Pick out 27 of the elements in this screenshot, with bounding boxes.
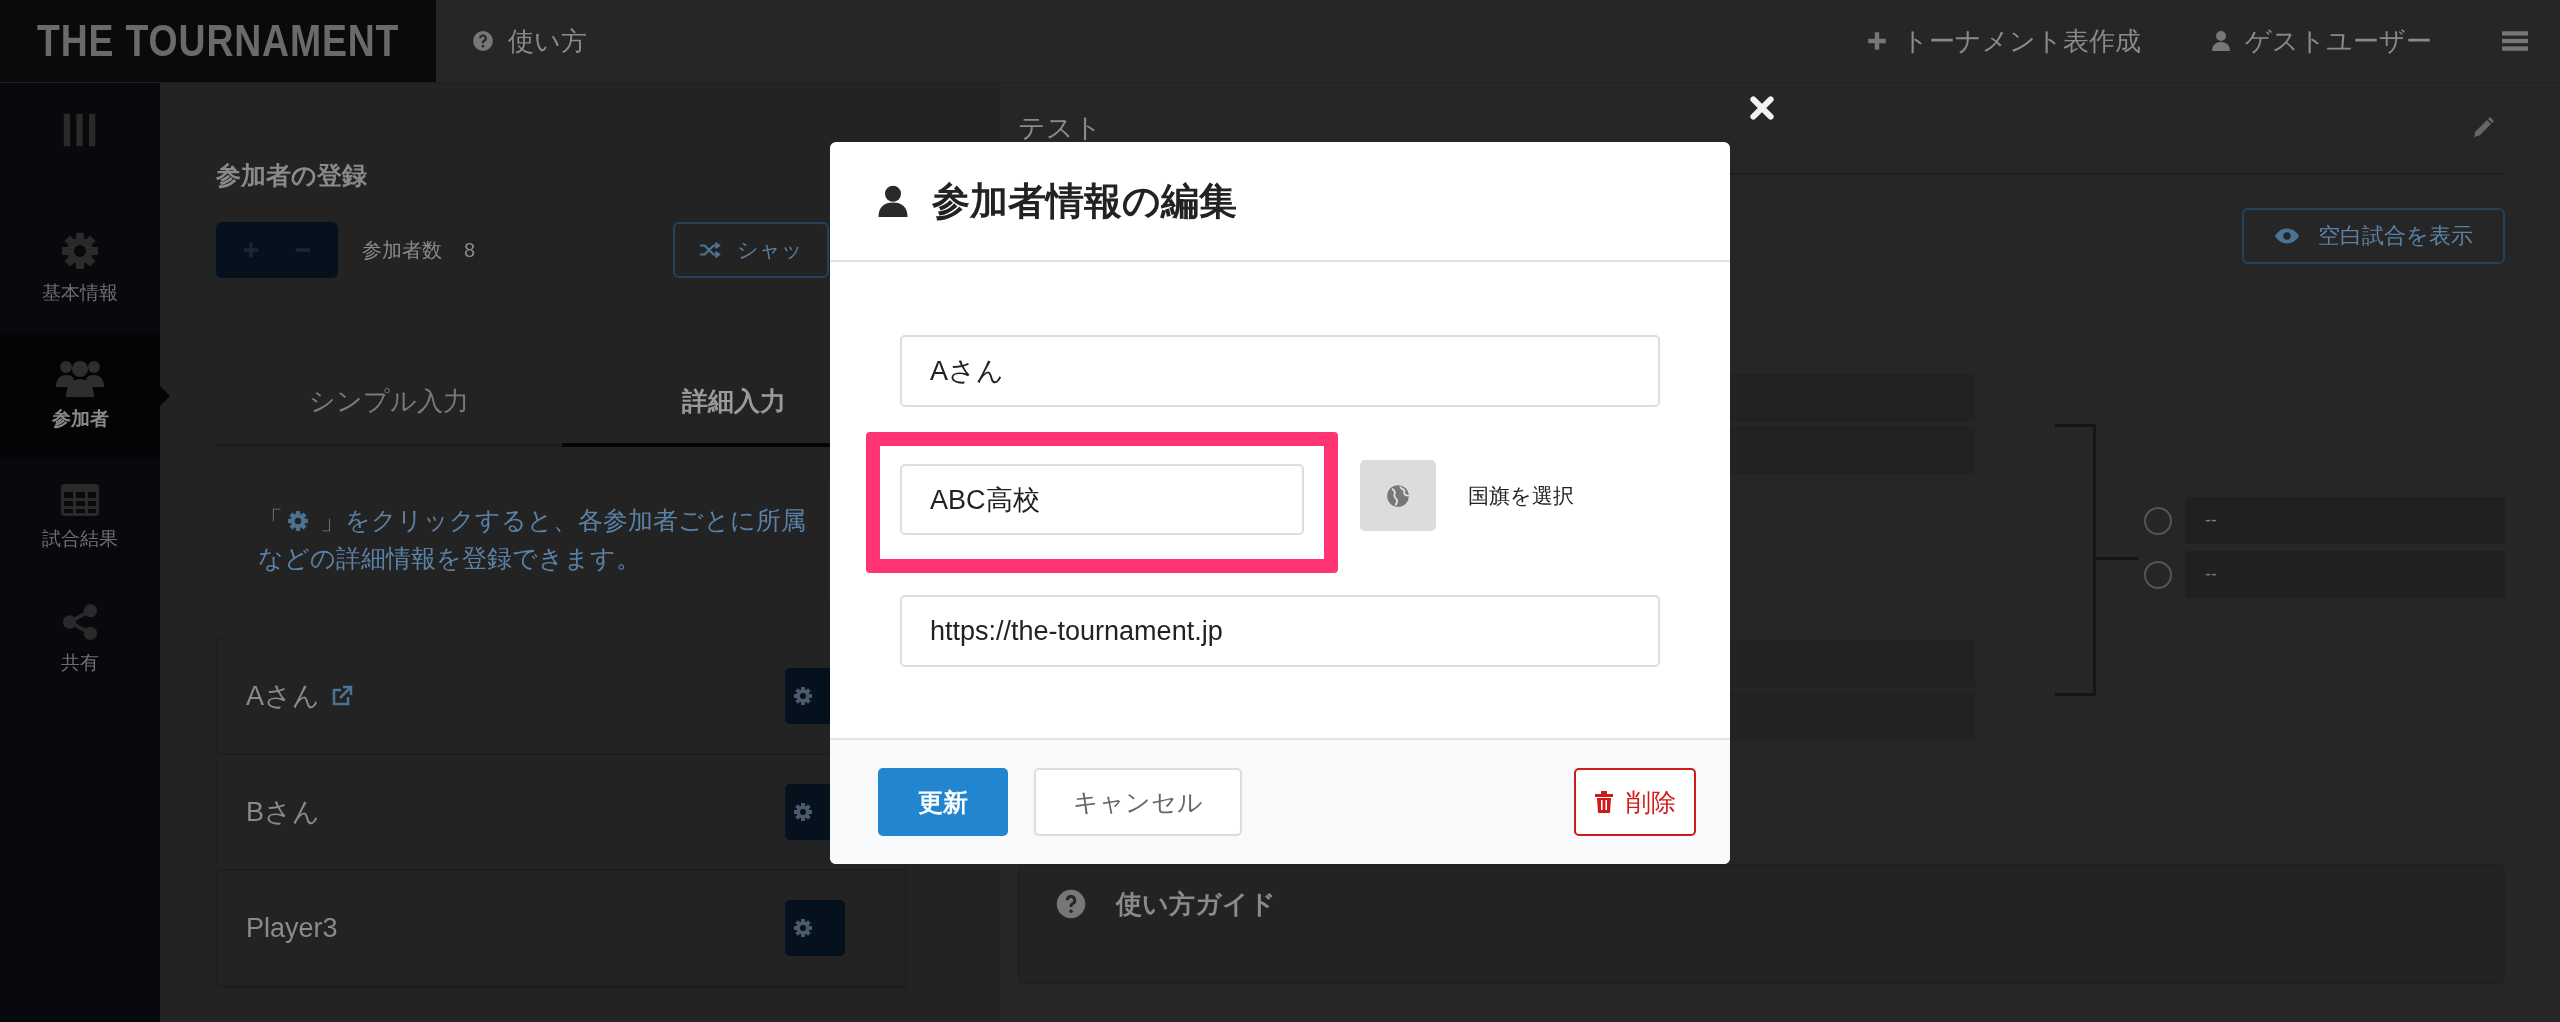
participant-name: Bさん xyxy=(246,796,320,829)
cancel-button[interactable]: キャンセル xyxy=(1034,768,1242,836)
url-field[interactable]: https://the-tournament.jp xyxy=(900,595,1660,667)
participant-name: Player3 xyxy=(246,912,338,944)
flag-label: 国旗を選択 xyxy=(1468,482,1574,509)
final-slot: -- xyxy=(2185,497,2505,544)
final-slot: -- xyxy=(2185,551,2505,598)
shuffle-button[interactable]: シャッ xyxy=(673,222,830,278)
show-blank-matches-button[interactable]: 空白試合を表示 xyxy=(2242,208,2505,264)
modal-title: 参加者情報の編集 xyxy=(932,178,1237,224)
create-tournament-link[interactable]: トーナメント表作成 xyxy=(1866,23,2141,59)
help-link[interactable]: 使い方 xyxy=(472,23,587,59)
sidebar-item[interactable]: 基本情報 xyxy=(0,207,160,333)
sidebar-item[interactable]: 共有 xyxy=(0,579,160,703)
guide-title: 使い方ガイド xyxy=(1116,887,1276,921)
info-message: 「 」をクリックすると、各参加者ごとに所属などの詳細情報を登録できます。 xyxy=(216,475,826,605)
tab[interactable]: シンプル入力 xyxy=(216,362,562,444)
participant-name: Aさん xyxy=(246,680,320,713)
name-field[interactable]: Aさん xyxy=(900,335,1660,407)
update-button[interactable]: 更新 xyxy=(878,768,1008,836)
participant-count-label: 参加者数 xyxy=(362,237,442,263)
section-title: 参加者の登録 xyxy=(216,160,368,191)
user-menu[interactable]: ゲストユーザー xyxy=(2211,23,2432,59)
delete-button[interactable]: 削除 xyxy=(1574,768,1696,836)
affiliation-field[interactable]: ABC高校 xyxy=(900,464,1304,535)
tournament-title: テスト xyxy=(1018,112,1102,145)
sidebar-item[interactable]: 試合結果 xyxy=(0,459,160,579)
